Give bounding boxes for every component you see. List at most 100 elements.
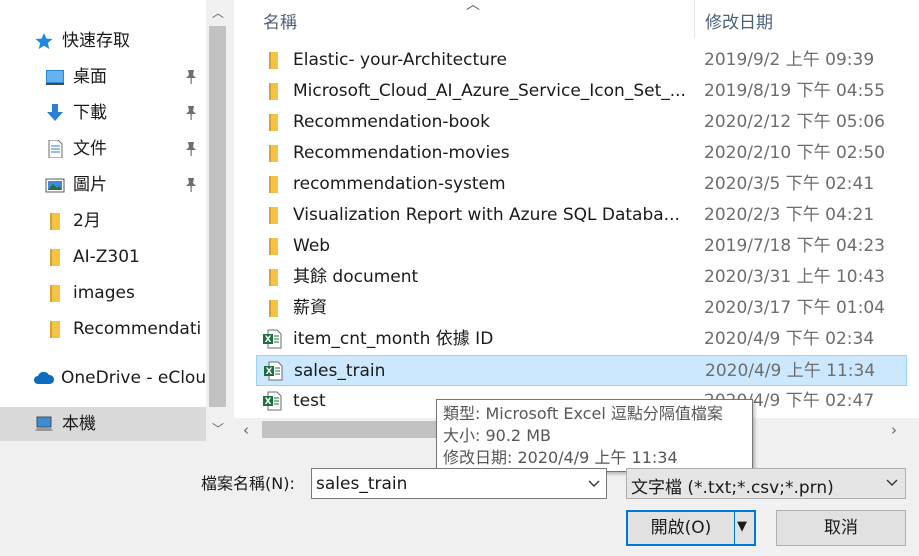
file-name: Visualization Report with Azure SQL Data… <box>293 205 680 225</box>
pin-icon[interactable] <box>184 69 198 85</box>
svg-text:X: X <box>265 397 272 407</box>
file-row[interactable]: Recommendation-movies 2020/2/10 下午 02:50 <box>256 138 907 169</box>
nav-item-folder-images[interactable]: images <box>0 276 206 310</box>
file-modified-date: 2020/2/3 下午 04:21 <box>704 205 875 225</box>
folder-icon <box>269 207 278 224</box>
list-header: ︿ 名稱 修改日期 <box>234 0 919 38</box>
file-modified-date: 2020/4/9 下午 02:34 <box>704 329 875 349</box>
folder-icon <box>269 114 278 131</box>
file-list: ︿ 名稱 修改日期 Elastic- your-Architecture 2019… <box>234 0 919 441</box>
tooltip-size: 大小: 90.2 MB <box>443 426 551 445</box>
nav-item-label: OneDrive - eClou <box>61 368 206 388</box>
nav-item-folder-recommendation[interactable]: Recommendati <box>0 312 206 346</box>
filename-label: 檔案名稱(N): <box>201 474 295 493</box>
filetype-select[interactable]: 文字檔 (*.txt;*.csv;*.prn) <box>626 468 906 499</box>
nav-item-label: 快速存取 <box>62 31 130 51</box>
download-arrow-icon <box>47 104 63 121</box>
file-row[interactable]: Xsales_train 2020/4/9 上午 11:34 <box>256 355 907 386</box>
nav-item-this-pc[interactable]: 本機 <box>0 407 206 441</box>
file-name: Web <box>293 236 331 256</box>
dropdown-triangle-icon[interactable]: ▼ <box>737 519 747 534</box>
chevron-left-icon[interactable]: ‹ <box>243 423 249 438</box>
file-modified-date: 2020/4/9 上午 11:34 <box>705 361 876 381</box>
svg-text:X: X <box>265 335 272 345</box>
folder-icon <box>269 300 278 317</box>
excel-csv-icon: X <box>263 391 282 411</box>
chevron-down-icon <box>886 479 898 486</box>
excel-csv-icon: X <box>263 329 282 349</box>
file-row[interactable]: Xitem_cnt_month 依據 ID 2020/4/9 下午 02:34 <box>256 324 907 355</box>
folder-icon <box>269 83 278 100</box>
nav-item-label: 圖片 <box>73 175 107 195</box>
file-name: Microsoft_Cloud_AI_Azure_Service_Icon_Se… <box>293 81 686 101</box>
nav-item-onedrive[interactable]: OneDrive - eClou <box>0 361 206 395</box>
file-row[interactable]: recommendation-system 2020/3/5 下午 02:41 <box>256 169 907 200</box>
folder-icon <box>269 145 278 162</box>
nav-item-quick-access[interactable]: 快速存取 <box>0 24 206 58</box>
cancel-button[interactable]: 取消 <box>776 510 906 546</box>
folder-icon <box>269 269 278 286</box>
column-header-name[interactable]: 名稱 <box>263 8 297 33</box>
file-info-tooltip: 類型: Microsoft Excel 逗點分隔值檔案 大小: 90.2 MB … <box>436 399 753 472</box>
file-row[interactable]: 其餘 document 2020/3/31 上午 10:43 <box>256 262 907 293</box>
pin-icon[interactable] <box>184 141 198 157</box>
computer-icon <box>35 416 53 431</box>
nav-item-label: 下載 <box>73 103 107 123</box>
file-name: Recommendation-book <box>293 112 490 132</box>
chevron-up-icon[interactable]: ︿ <box>212 7 224 19</box>
nav-item-label: 2月 <box>73 211 101 231</box>
file-name: recommendation-system <box>293 174 506 194</box>
file-row[interactable]: Visualization Report with Azure SQL Data… <box>256 200 907 231</box>
navigation-pane: 快速存取 桌面 下載 文件 圖片 2月 AI-Z301 images Recom… <box>0 0 229 441</box>
open-button-divider <box>734 512 735 544</box>
filename-input[interactable] <box>311 468 607 499</box>
pictures-icon <box>45 178 65 193</box>
tooltip-type: 類型: Microsoft Excel 逗點分隔值檔案 <box>443 404 723 423</box>
file-row[interactable]: Web 2019/7/18 下午 04:23 <box>256 231 907 262</box>
file-name: 其餘 document <box>293 267 419 287</box>
folder-icon <box>50 213 60 230</box>
desktop-icon <box>46 70 64 85</box>
cloud-icon <box>34 371 55 384</box>
folder-icon <box>50 249 60 266</box>
chevron-right-icon[interactable]: › <box>891 423 897 438</box>
folder-icon <box>50 285 60 302</box>
nav-item-label: images <box>73 283 135 303</box>
open-button[interactable]: 開啟(O) ▼ <box>626 510 756 546</box>
folder-icon <box>50 321 60 338</box>
column-header-date[interactable]: 修改日期 <box>705 8 773 33</box>
nav-item-label: 文件 <box>73 139 107 159</box>
pin-icon[interactable] <box>184 105 198 121</box>
file-row[interactable]: Microsoft_Cloud_AI_Azure_Service_Icon_Se… <box>256 76 907 107</box>
file-name: 薪資 <box>293 298 327 318</box>
file-modified-date: 2019/7/18 下午 04:23 <box>704 236 885 256</box>
excel-csv-icon: X <box>264 361 283 381</box>
tooltip-modified: 修改日期: 2020/4/9 上午 11:34 <box>443 448 678 467</box>
nav-item-downloads[interactable]: 下載 <box>0 96 206 130</box>
nav-item-pictures[interactable]: 圖片 <box>0 168 206 202</box>
nav-item-documents[interactable]: 文件 <box>0 132 206 166</box>
file-row[interactable]: Elastic- your-Architecture 2019/9/2 上午 09… <box>256 45 907 76</box>
filename-dropdown-icon[interactable] <box>584 470 604 497</box>
column-divider[interactable] <box>694 0 695 38</box>
nav-item-folder-2month[interactable]: 2月 <box>0 204 206 238</box>
nav-item-folder-ai-z301[interactable]: AI-Z301 <box>0 240 206 274</box>
nav-item-label: 本機 <box>62 414 96 434</box>
document-icon <box>48 140 63 158</box>
pin-icon[interactable] <box>184 177 198 193</box>
nav-vertical-scrollbar[interactable]: ︿ ﹀ <box>206 0 229 441</box>
svg-text:X: X <box>266 367 273 377</box>
chevron-down-icon[interactable]: ﹀ <box>212 423 224 435</box>
file-name: Elastic- your-Architecture <box>293 50 507 70</box>
nav-scroll-thumb[interactable] <box>209 26 226 407</box>
file-modified-date: 2019/8/19 下午 04:55 <box>704 81 885 101</box>
file-row[interactable]: Recommendation-book 2020/2/12 下午 05:06 <box>256 107 907 138</box>
file-row[interactable]: 薪資 2020/3/17 下午 01:04 <box>256 293 907 324</box>
open-button-label: 開啟(O) <box>650 518 712 538</box>
file-modified-date: 2019/9/2 上午 09:39 <box>704 50 875 70</box>
nav-item-desktop[interactable]: 桌面 <box>0 60 206 94</box>
nav-item-label: Recommendati <box>73 319 202 339</box>
star-icon <box>35 33 53 49</box>
file-modified-date: 2020/3/31 上午 10:43 <box>704 267 885 287</box>
file-modified-date: 2020/3/17 下午 01:04 <box>704 298 885 318</box>
